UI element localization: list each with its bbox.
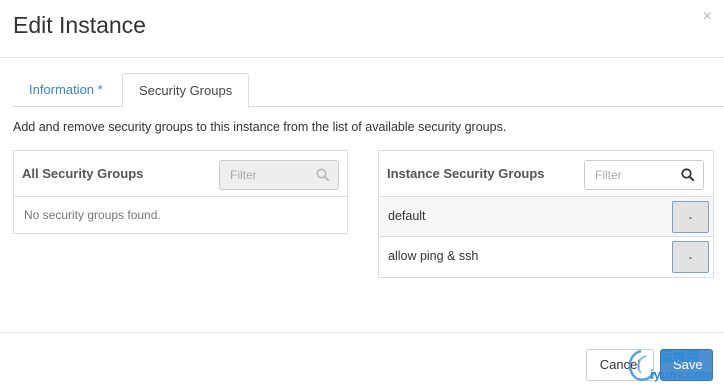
search-icon <box>316 168 330 182</box>
search-icon <box>681 168 695 182</box>
list-item: allow ping & ssh - <box>379 237 713 277</box>
remove-button[interactable]: - <box>672 241 709 273</box>
available-filter-input <box>220 161 310 189</box>
instance-security-groups-panel: Instance Security Groups default - allow… <box>378 150 714 278</box>
tab-security-groups[interactable]: Security Groups <box>122 73 250 108</box>
close-icon[interactable]: × <box>703 9 712 25</box>
security-group-name: allow ping & ssh <box>388 249 479 263</box>
tab-bar: Information * Security Groups <box>13 73 724 108</box>
assigned-filter[interactable] <box>584 160 704 190</box>
empty-message: No security groups found. <box>24 208 161 222</box>
watermark-url: iyunv.com <box>650 367 714 382</box>
all-security-groups-panel: All Security Groups No security groups f… <box>13 150 348 234</box>
modal-title: Edit Instance <box>13 12 146 38</box>
help-text: Add and remove security groups to this i… <box>13 120 507 134</box>
panel-title: Instance Security Groups <box>387 166 545 181</box>
available-filter <box>219 160 339 190</box>
watermark-text: 运维网 <box>660 349 700 364</box>
assigned-filter-input[interactable] <box>585 161 675 189</box>
modal-footer: Cancel Save <box>0 332 724 392</box>
list-item: default - <box>379 197 713 237</box>
panel-heading: All Security Groups <box>14 151 347 197</box>
remove-button[interactable]: - <box>672 201 709 233</box>
modal-header: Edit Instance × <box>0 0 724 58</box>
panel-heading: Instance Security Groups <box>379 151 713 197</box>
watermark: 运维网 iyunv.com <box>620 346 720 388</box>
panel-title: All Security Groups <box>22 166 144 181</box>
security-group-name: default <box>388 209 426 223</box>
tab-information[interactable]: Information * <box>13 73 119 107</box>
